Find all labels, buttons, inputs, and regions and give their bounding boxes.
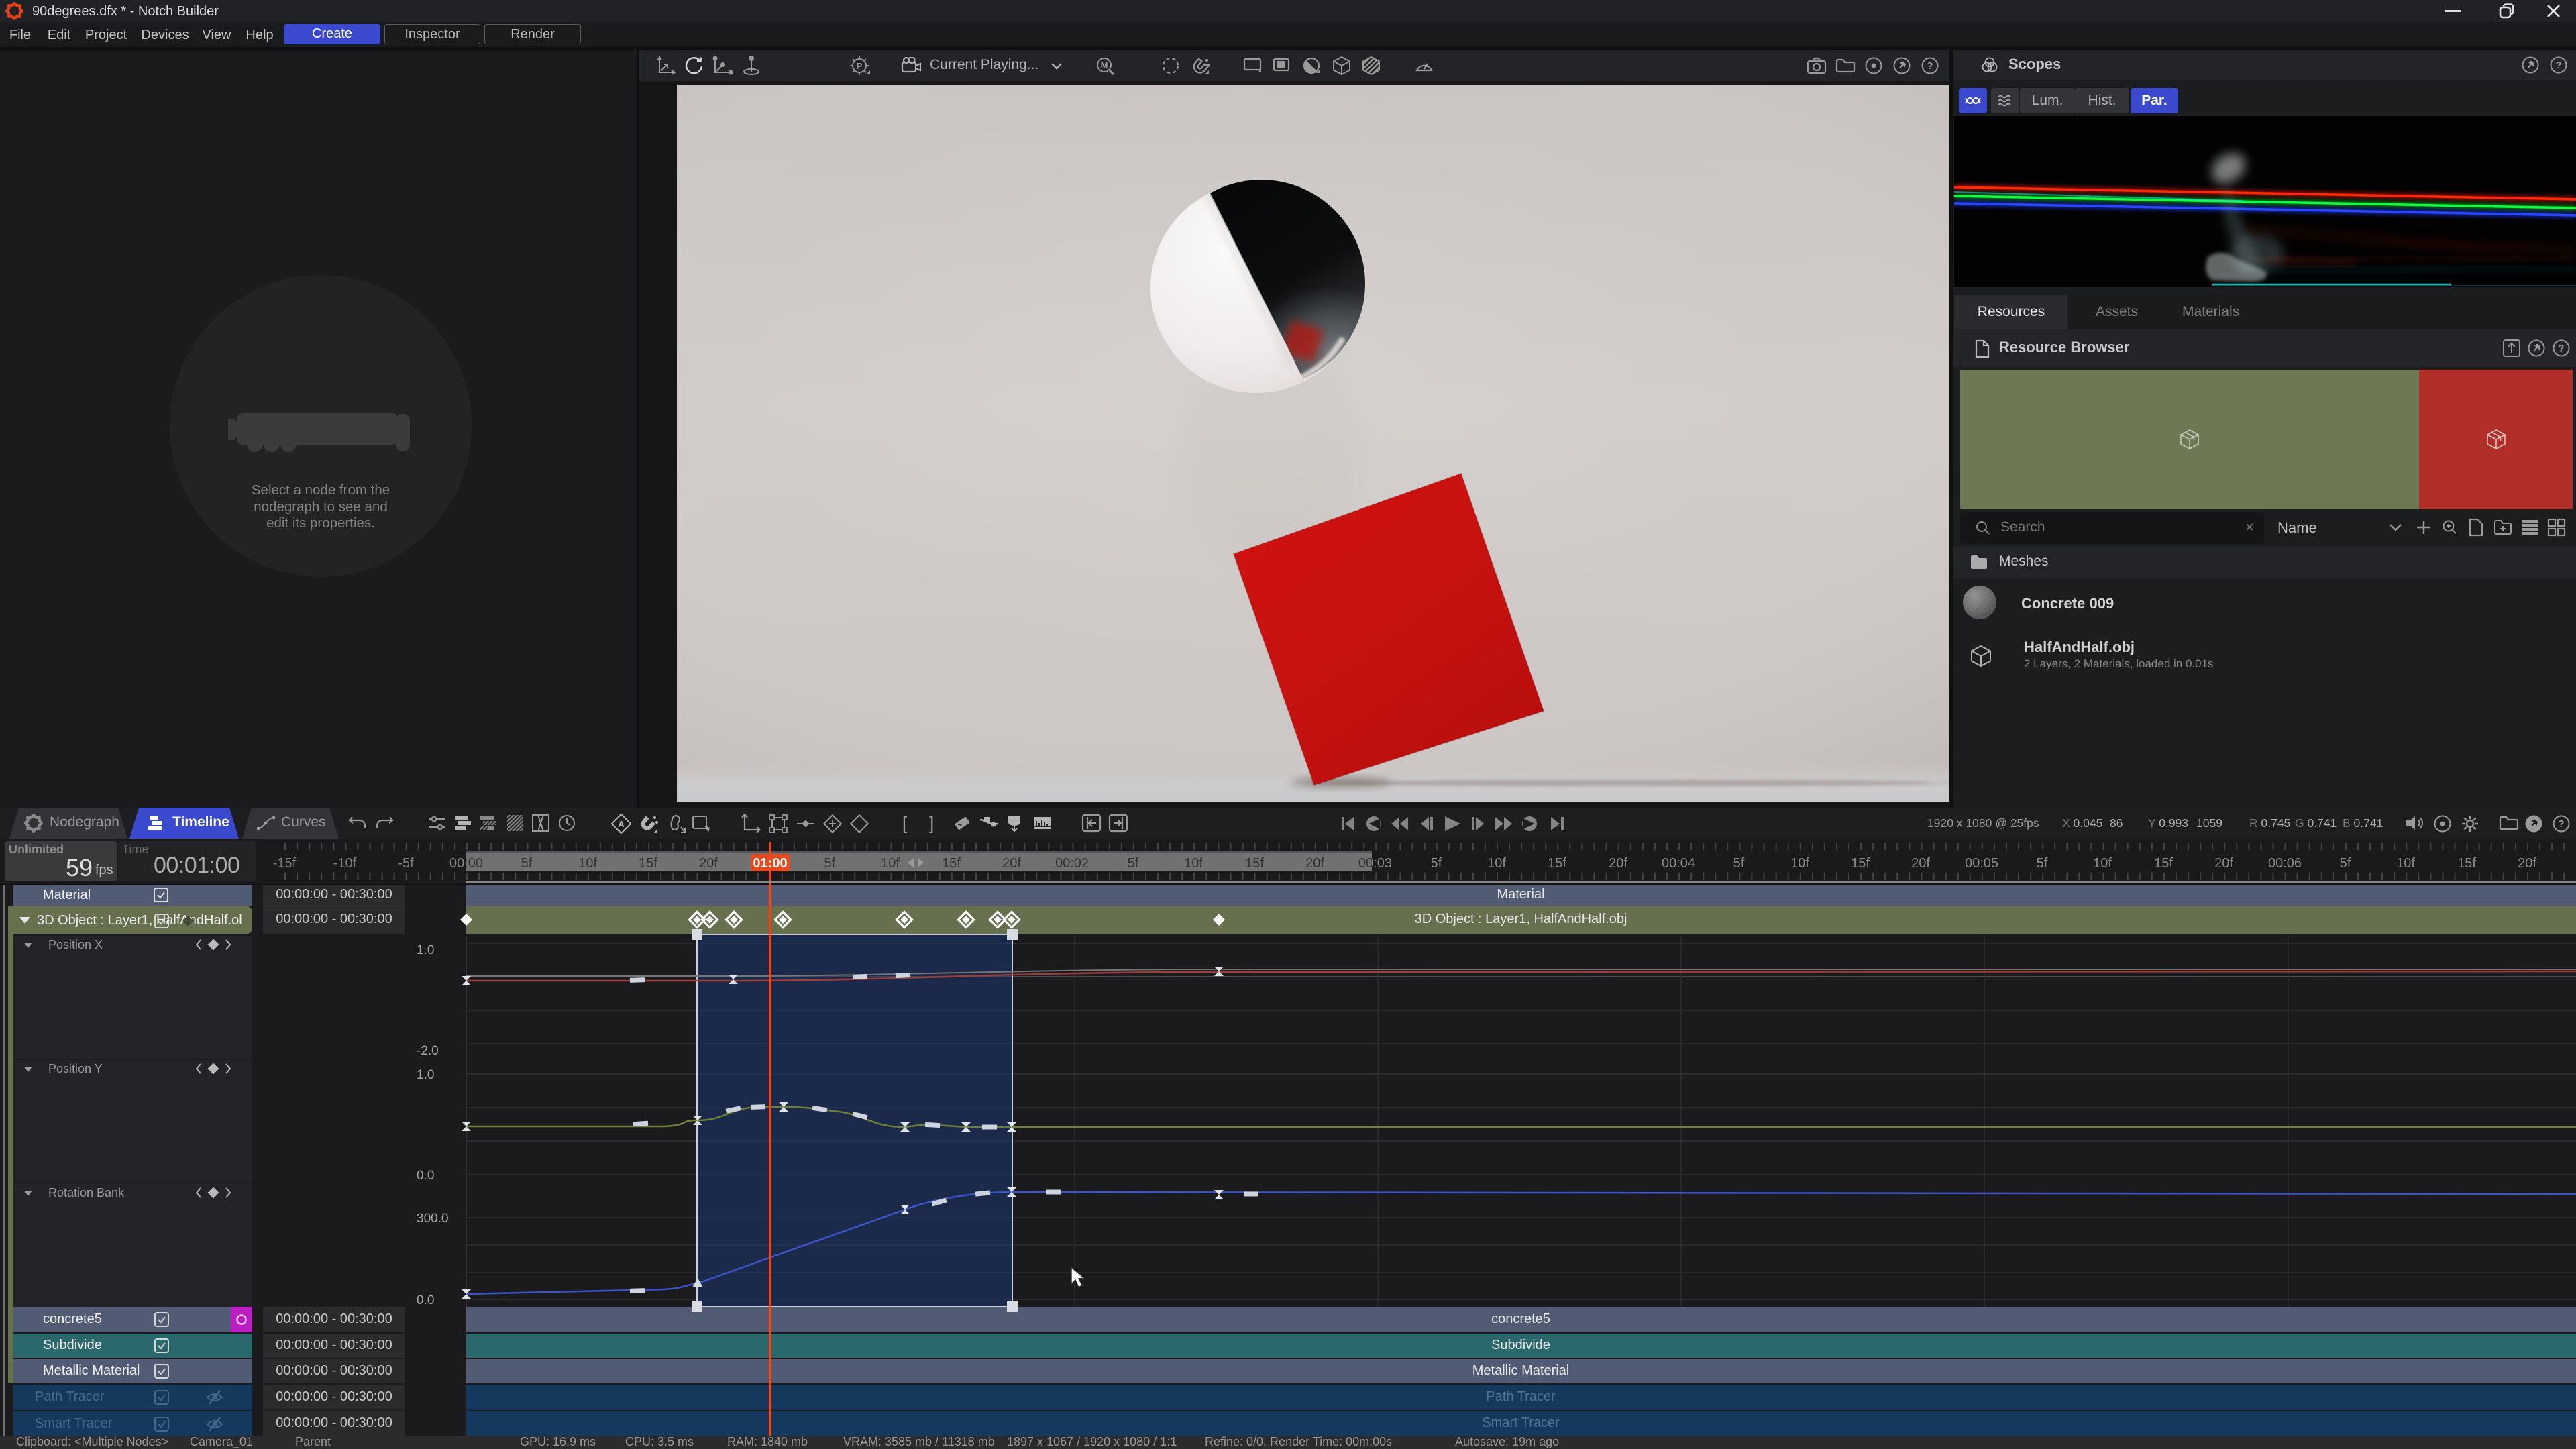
svg-text:-10f: -10f — [333, 856, 357, 871]
svg-text:1.0: 1.0 — [417, 1068, 434, 1082]
svg-text:15f: 15f — [1245, 856, 1264, 871]
svg-text:00:05: 00:05 — [1965, 856, 1998, 871]
svg-text:10f: 10f — [2093, 856, 2112, 871]
svg-text:15f: 15f — [1548, 856, 1566, 871]
svg-text:5f: 5f — [521, 856, 533, 871]
svg-text:5f: 5f — [824, 856, 836, 871]
svg-text:10f: 10f — [1184, 856, 1203, 871]
svg-text:20f: 20f — [1911, 856, 1930, 871]
svg-text:?: ? — [2558, 343, 2564, 354]
svg-text:A: A — [618, 819, 625, 829]
svg-text:5f: 5f — [2037, 856, 2048, 871]
svg-text:10f: 10f — [578, 856, 597, 871]
svg-text:00:02: 00:02 — [1055, 856, 1089, 871]
svg-text:20f: 20f — [1002, 856, 1021, 871]
svg-text:-15f: -15f — [273, 856, 297, 871]
svg-text:20f: 20f — [1609, 856, 1627, 871]
svg-text:20f: 20f — [699, 856, 718, 871]
svg-text:15f: 15f — [1851, 856, 1870, 871]
svg-text:300.0: 300.0 — [417, 1212, 449, 1226]
svg-text:01:00: 01:00 — [753, 856, 787, 871]
svg-text:?: ? — [1927, 60, 1933, 72]
svg-text:00:04: 00:04 — [1662, 856, 1695, 871]
svg-text:?: ? — [2558, 818, 2564, 830]
svg-text:20f: 20f — [2214, 856, 2233, 871]
svg-text:00:06: 00:06 — [2268, 856, 2302, 871]
svg-text:15f: 15f — [942, 856, 961, 871]
svg-text:?: ? — [2555, 60, 2561, 71]
svg-text:10f: 10f — [1790, 856, 1809, 871]
svg-text:10f: 10f — [1487, 856, 1506, 871]
svg-text:20f: 20f — [1305, 856, 1324, 871]
svg-text:0.0: 0.0 — [417, 1169, 434, 1183]
svg-text:5f: 5f — [1733, 856, 1745, 871]
svg-text:M: M — [1101, 60, 1108, 70]
svg-text:-2.0: -2.0 — [417, 1044, 439, 1058]
svg-text:-5f: -5f — [398, 856, 414, 871]
svg-text:15f: 15f — [2457, 856, 2476, 871]
svg-text:5f: 5f — [1431, 856, 1442, 871]
svg-text:5f: 5f — [2340, 856, 2351, 871]
svg-text:P: P — [857, 61, 863, 71]
svg-text:10f: 10f — [2396, 856, 2415, 871]
svg-text:15f: 15f — [2154, 856, 2173, 871]
svg-text:0.0: 0.0 — [417, 1293, 434, 1307]
svg-text:15f: 15f — [639, 856, 657, 871]
svg-text:10f: 10f — [881, 856, 900, 871]
svg-text:20f: 20f — [2518, 856, 2536, 871]
svg-text:5f: 5f — [1128, 856, 1139, 871]
